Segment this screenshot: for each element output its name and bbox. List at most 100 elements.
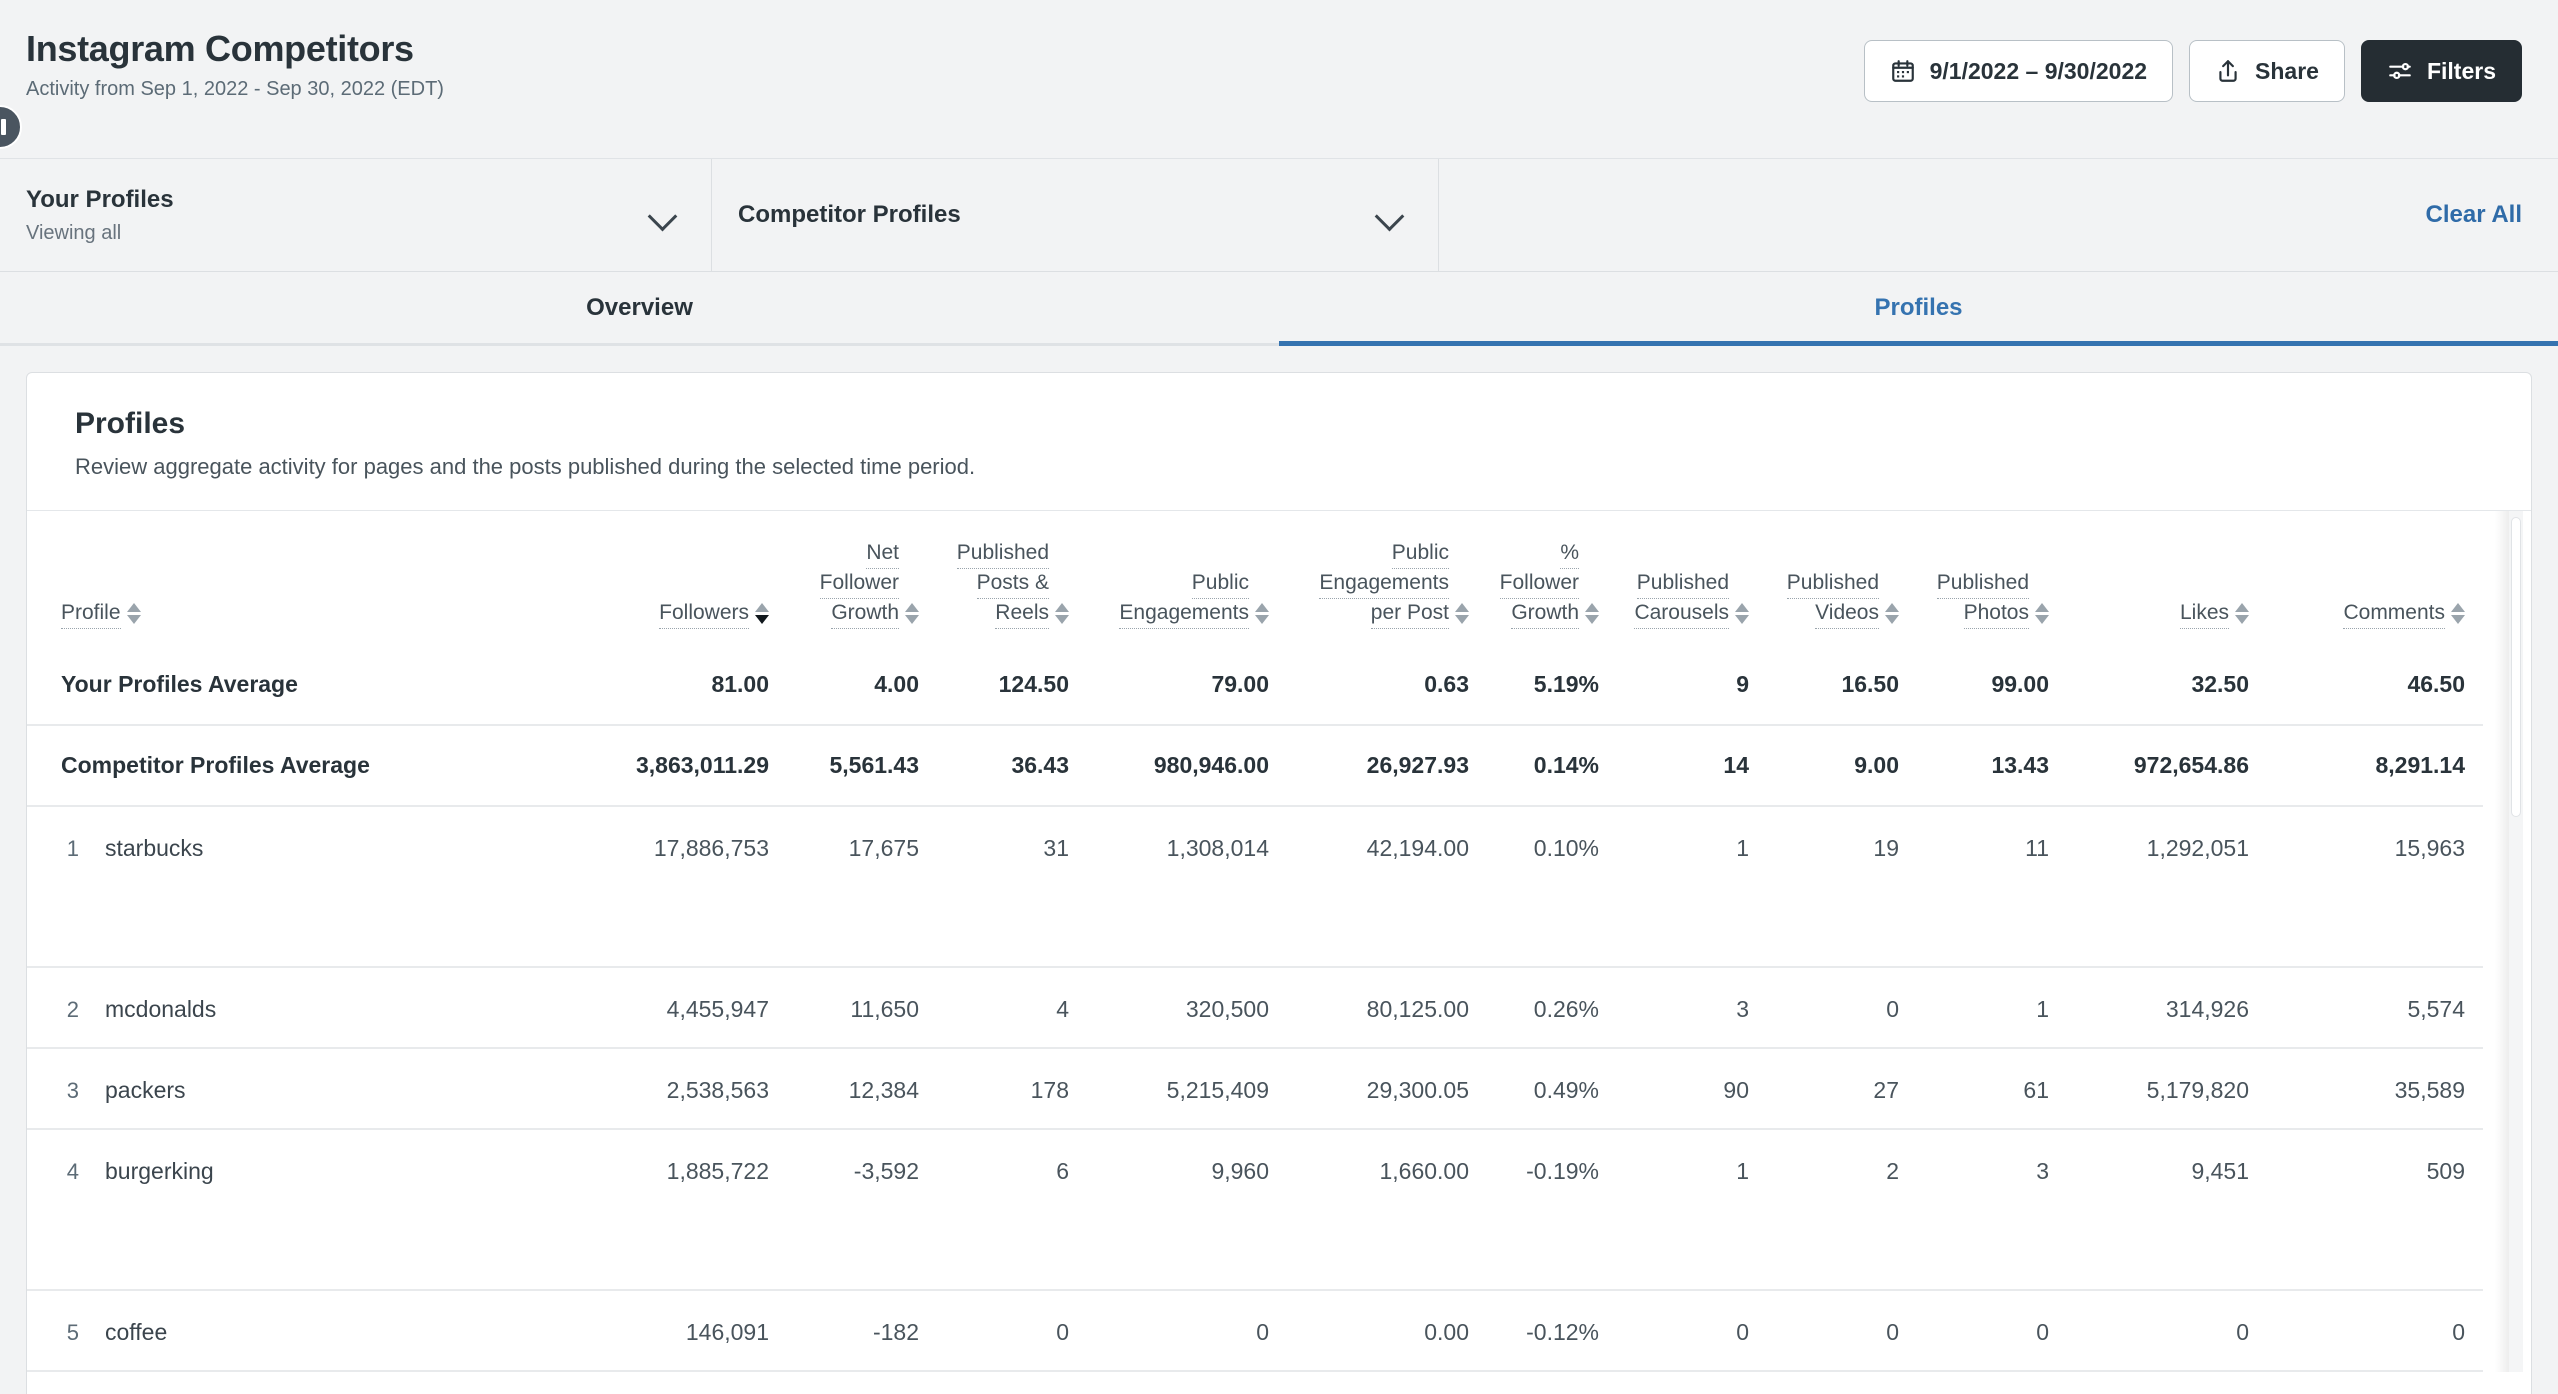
row-rank: 2	[61, 997, 79, 1023]
summary-cell: 16.50	[1767, 645, 1917, 725]
column-header-published-posts-reels[interactable]: PublishedPosts &Reels	[937, 511, 1087, 645]
sort-desc-icon[interactable]	[1455, 615, 1469, 624]
table-vertical-scrollbar[interactable]	[2509, 511, 2523, 1372]
sort-asc-icon[interactable]	[1255, 603, 1269, 612]
metric-cell: 4	[937, 967, 1087, 1048]
sort-toggle-icon[interactable]	[905, 603, 919, 629]
metric-cell: 3	[1617, 967, 1767, 1048]
sort-asc-icon[interactable]	[127, 603, 141, 612]
your-profiles-label: Your Profiles	[26, 186, 174, 214]
sort-asc-icon[interactable]	[1055, 603, 1069, 612]
sort-toggle-icon[interactable]	[1735, 603, 1749, 629]
sort-toggle-icon[interactable]	[1455, 603, 1469, 629]
sort-asc-icon[interactable]	[2035, 603, 2049, 612]
column-header-line: Published	[1637, 569, 1729, 599]
sort-asc-icon[interactable]	[2451, 603, 2465, 612]
profile-handle[interactable]: packers	[105, 1077, 186, 1104]
metric-cell: 19	[1767, 806, 1917, 967]
sort-toggle-icon[interactable]	[755, 603, 769, 629]
column-header-published-carousels[interactable]: PublishedCarousels	[1617, 511, 1767, 645]
sort-asc-icon[interactable]	[1585, 603, 1599, 612]
metric-cell: 2	[1767, 1129, 1917, 1290]
column-header-net-follower-growth[interactable]: NetFollowerGrowth	[787, 511, 937, 645]
scrollbar-thumb[interactable]	[2511, 517, 2521, 817]
chevron-down-icon[interactable]	[649, 206, 679, 224]
table-row[interactable]: 2mcdonalds4,455,94711,6504320,50080,125.…	[27, 967, 2483, 1048]
sort-desc-icon[interactable]	[1735, 615, 1749, 624]
sort-toggle-icon[interactable]	[2451, 603, 2465, 629]
profiles-table: ProfileFollowersNetFollowerGrowthPublish…	[27, 511, 2483, 1372]
summary-cell: 9.00	[1767, 725, 1917, 806]
sort-asc-icon[interactable]	[1735, 603, 1749, 612]
column-header-line: Published	[1787, 569, 1879, 599]
sort-toggle-icon[interactable]	[2235, 603, 2249, 629]
column-header-follower-growth[interactable]: %FollowerGrowth	[1487, 511, 1617, 645]
profile-cell[interactable]: 5coffee	[27, 1290, 587, 1371]
summary-cell: 972,654.86	[2067, 725, 2267, 806]
profile-handle[interactable]: burgerking	[105, 1158, 214, 1185]
sort-desc-icon[interactable]	[1055, 615, 1069, 624]
column-header-likes[interactable]: Likes	[2067, 511, 2267, 645]
sort-asc-icon[interactable]	[755, 603, 769, 612]
sort-desc-icon[interactable]	[2451, 615, 2465, 624]
column-header-comments[interactable]: Comments	[2267, 511, 2483, 645]
table-header: ProfileFollowersNetFollowerGrowthPublish…	[27, 511, 2483, 645]
sort-asc-icon[interactable]	[1455, 603, 1469, 612]
profile-handle[interactable]: mcdonalds	[105, 996, 216, 1023]
sort-desc-icon[interactable]	[755, 615, 769, 624]
tab-profiles[interactable]: Profiles	[1279, 272, 2558, 343]
table-body: Your Profiles Average81.004.00124.5079.0…	[27, 645, 2483, 1371]
summary-cell: 8,291.14	[2267, 725, 2483, 806]
sort-desc-icon[interactable]	[1885, 615, 1899, 624]
sort-toggle-icon[interactable]	[127, 603, 141, 629]
filters-button[interactable]: Filters	[2361, 40, 2522, 102]
table-row[interactable]: 3packers2,538,56312,3841785,215,40929,30…	[27, 1048, 2483, 1129]
column-header-line: %	[1560, 539, 1579, 569]
tab-overview[interactable]: Overview	[0, 272, 1279, 343]
profile-cell[interactable]: 1starbucks	[27, 806, 587, 967]
column-header-followers[interactable]: Followers	[587, 511, 787, 645]
column-header-profile[interactable]: Profile	[27, 511, 587, 645]
sort-toggle-icon[interactable]	[1255, 603, 1269, 629]
sort-asc-icon[interactable]	[2235, 603, 2249, 612]
filter-bar-spacer	[1439, 159, 2426, 271]
profile-cell[interactable]: 4burgerking	[27, 1129, 587, 1290]
table-row[interactable]: 1starbucks17,886,75317,675311,308,01442,…	[27, 806, 2483, 967]
sidebar-toggle-button[interactable]	[0, 105, 22, 149]
competitor-profiles-filter[interactable]: Competitor Profiles	[712, 159, 1439, 271]
sort-desc-icon[interactable]	[1585, 615, 1599, 624]
sort-desc-icon[interactable]	[2035, 615, 2049, 624]
column-header-public-engagements[interactable]: PublicEngagements	[1087, 511, 1287, 645]
column-header-published-videos[interactable]: PublishedVideos	[1767, 511, 1917, 645]
sort-desc-icon[interactable]	[127, 615, 141, 624]
competitor-profiles-label: Competitor Profiles	[738, 201, 961, 229]
column-header-line: Public	[1192, 569, 1249, 599]
chevron-down-icon[interactable]	[1376, 206, 1406, 224]
profile-handle[interactable]: starbucks	[105, 835, 203, 862]
sort-toggle-icon[interactable]	[1055, 603, 1069, 629]
sort-asc-icon[interactable]	[905, 603, 919, 612]
metric-cell: 5,574	[2267, 967, 2483, 1048]
your-profiles-filter[interactable]: Your Profiles Viewing all	[0, 159, 712, 271]
share-button[interactable]: Share	[2189, 40, 2345, 102]
clear-all-link[interactable]: Clear All	[2426, 159, 2558, 271]
date-range-button[interactable]: 9/1/2022 – 9/30/2022	[1864, 40, 2173, 102]
sort-toggle-icon[interactable]	[1885, 603, 1899, 629]
profile-cell[interactable]: 2 mcdonalds	[27, 967, 587, 1048]
sort-desc-icon[interactable]	[1255, 615, 1269, 624]
summary-cell: 9	[1617, 645, 1767, 725]
summary-cell: 0.63	[1287, 645, 1487, 725]
sort-toggle-icon[interactable]	[1585, 603, 1599, 629]
column-header-public-engagements-per-post[interactable]: PublicEngagementsper Post	[1287, 511, 1487, 645]
column-header-line: Public	[1392, 539, 1449, 569]
table-row[interactable]: 5coffee146,091-182000.00-0.12%00000	[27, 1290, 2483, 1371]
column-header-published-photos[interactable]: PublishedPhotos	[1917, 511, 2067, 645]
sort-toggle-icon[interactable]	[2035, 603, 2049, 629]
sort-asc-icon[interactable]	[1885, 603, 1899, 612]
profile-cell[interactable]: 3packers	[27, 1048, 587, 1129]
sort-desc-icon[interactable]	[905, 615, 919, 624]
table-row[interactable]: 4burgerking1,885,722-3,59269,9601,660.00…	[27, 1129, 2483, 1290]
profile-handle[interactable]: coffee	[105, 1319, 167, 1346]
sort-desc-icon[interactable]	[2235, 615, 2249, 624]
share-label: Share	[2255, 58, 2319, 85]
